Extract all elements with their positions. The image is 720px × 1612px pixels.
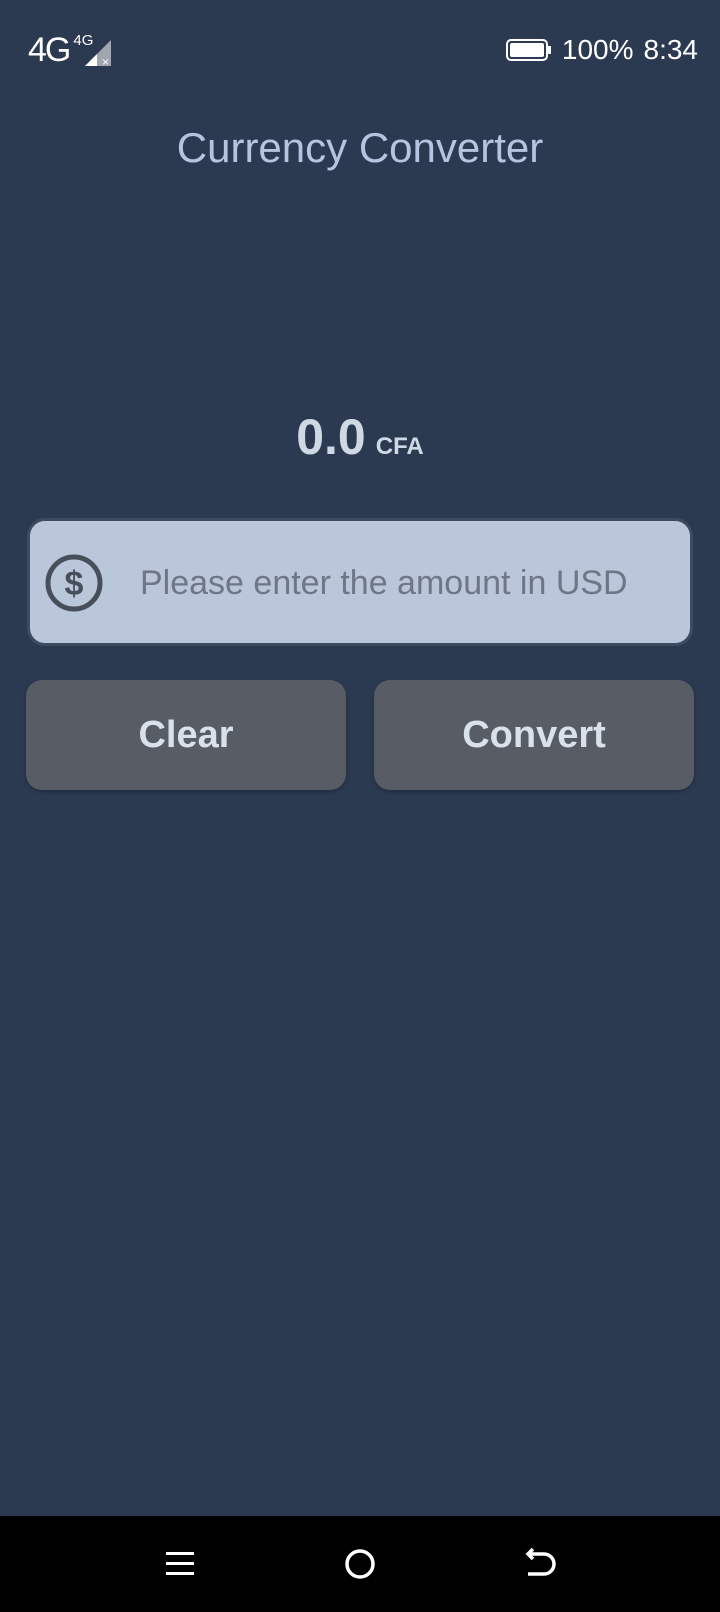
back-icon[interactable] xyxy=(516,1540,564,1588)
conversion-result: 0.0 CFA xyxy=(0,408,720,466)
result-unit: CFA xyxy=(375,433,424,460)
network-type: 4G xyxy=(28,31,71,69)
network-type-secondary: 4G xyxy=(73,31,94,49)
dollar-circle-icon: $ xyxy=(45,554,103,612)
svg-text:×: × xyxy=(102,55,109,68)
battery-percent: 100% xyxy=(561,34,634,65)
navigation-bar xyxy=(0,1516,720,1612)
amount-input[interactable] xyxy=(140,551,680,615)
battery-icon xyxy=(505,39,551,61)
amount-field[interactable]: $ xyxy=(27,518,693,646)
page-title: Currency Converter xyxy=(176,124,544,171)
result-value: 0.0 xyxy=(296,409,366,465)
menu-icon[interactable] xyxy=(156,1540,204,1588)
clock: 8:34 xyxy=(643,34,699,65)
clear-button[interactable]: Clear xyxy=(26,680,346,790)
network-indicator: 4G 4G × xyxy=(28,30,113,70)
status-right: 100% 8:34 xyxy=(505,30,699,70)
status-bar: 4G 4G × 100% 8:34 xyxy=(0,0,720,96)
convert-button[interactable]: Convert xyxy=(374,680,694,790)
svg-text:$: $ xyxy=(65,565,84,603)
home-icon[interactable] xyxy=(336,1540,384,1588)
